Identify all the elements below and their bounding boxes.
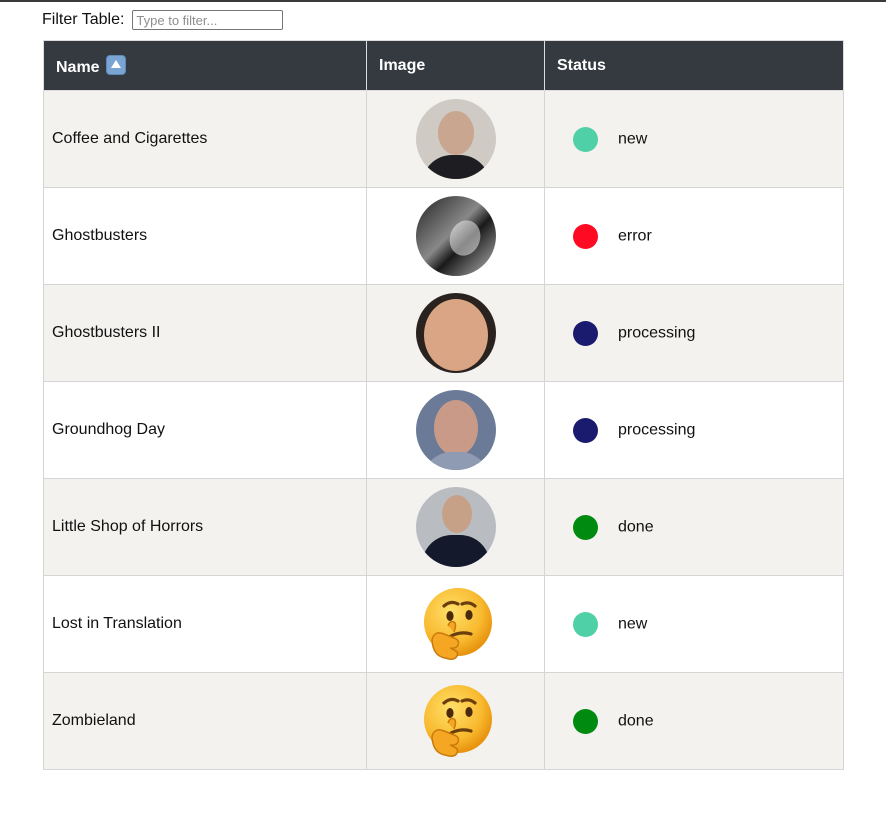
status-text: new (618, 615, 648, 632)
status-dot (573, 708, 598, 734)
table-row: Lost in Translation new (43, 575, 844, 673)
cell-status: processing (544, 381, 844, 479)
cell-image (366, 90, 545, 188)
thinking-face-emoji-icon (423, 685, 492, 757)
column-header-name[interactable]: Name (43, 40, 367, 91)
filter-label: Filter Table: (42, 11, 125, 28)
table-row: Ghostbusters error (43, 187, 844, 285)
status-dot (573, 126, 598, 152)
cell-status: processing (544, 284, 844, 382)
filter-input[interactable] (132, 10, 284, 30)
cell-image (366, 284, 545, 382)
status-text: error (618, 227, 652, 244)
status-text: done (618, 712, 654, 729)
cell-status: done (544, 478, 844, 576)
table-header-row: Name Image Status (43, 40, 844, 91)
status-dot (573, 514, 598, 540)
cell-image (366, 381, 545, 479)
thinking-face-emoji-icon (423, 588, 492, 660)
cell-image (366, 575, 545, 673)
status-dot (573, 417, 598, 443)
cell-name: Ghostbusters (43, 187, 367, 285)
top-border (0, 0, 886, 2)
cell-name: Coffee and Cigarettes (43, 90, 367, 188)
column-header-status-label: Status (557, 56, 606, 74)
cell-status: done (544, 672, 844, 770)
cell-status: error (544, 187, 844, 285)
status-text: new (618, 130, 648, 147)
cell-name: Little Shop of Horrors (43, 478, 367, 576)
table-row: Coffee and Cigarettes new (43, 90, 844, 188)
cell-image (366, 187, 545, 285)
avatar (415, 390, 496, 470)
cell-name: Zombieland (43, 672, 367, 770)
status-dot (573, 223, 598, 249)
sort-ascending-icon[interactable] (106, 54, 127, 75)
avatar (415, 196, 496, 276)
status-dot (573, 320, 598, 346)
cell-name: Groundhog Day (43, 381, 367, 479)
column-header-status: Status (544, 40, 844, 91)
cell-image (366, 672, 545, 770)
cell-image (366, 478, 545, 576)
avatar (415, 293, 496, 373)
cell-status: new (544, 90, 844, 188)
status-text: processing (618, 421, 696, 438)
table-row: Ghostbusters II processing (43, 284, 844, 382)
avatar (415, 487, 496, 567)
movies-table: Name Image Status Coffee and Cigarettes … (43, 40, 844, 770)
column-header-name-label: Name (56, 58, 100, 76)
table-row: Zombieland done (43, 672, 844, 770)
table-row: Little Shop of Horrors done (43, 478, 844, 576)
status-dot (573, 611, 598, 637)
avatar (415, 99, 496, 179)
filter-bar: Filter Table: (42, 9, 284, 31)
cell-name: Lost in Translation (43, 575, 367, 673)
status-text: done (618, 518, 654, 535)
column-header-image: Image (366, 40, 545, 91)
table-row: Groundhog Day processing (43, 381, 844, 479)
cell-status: new (544, 575, 844, 673)
column-header-image-label: Image (379, 56, 426, 74)
status-text: processing (618, 324, 696, 341)
cell-name: Ghostbusters II (43, 284, 367, 382)
